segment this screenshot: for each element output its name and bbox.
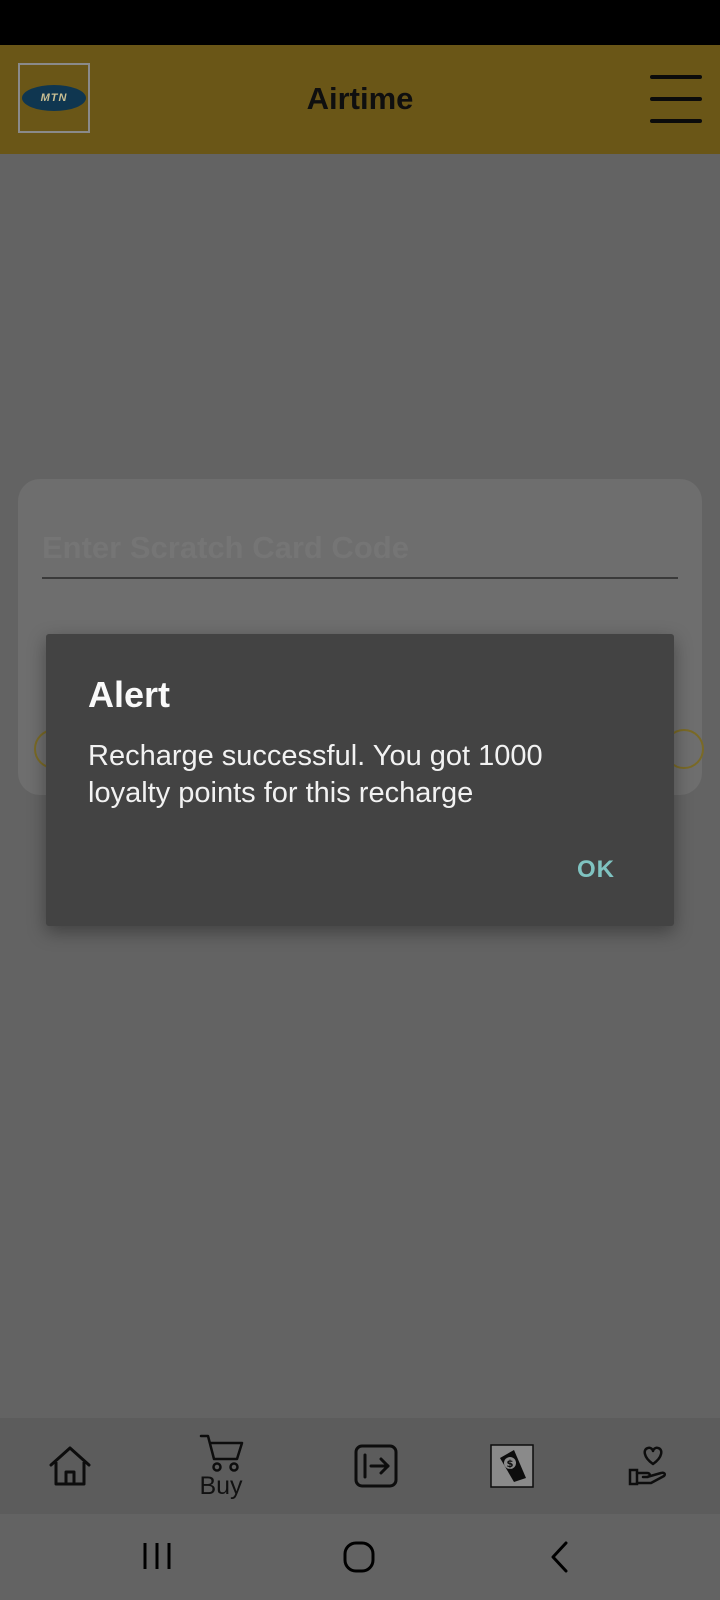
bottom-nav: Buy $	[0, 1418, 720, 1514]
ok-button[interactable]: OK	[556, 848, 636, 892]
dialog-message: Recharge successful. You got 1000 loyalt…	[88, 740, 543, 809]
home-circle-icon[interactable]	[342, 1540, 376, 1574]
app-bar: MTN Airtime	[0, 45, 720, 154]
recent-apps-icon[interactable]	[140, 1540, 174, 1572]
home-icon	[49, 1446, 91, 1486]
nav-buy[interactable]: Buy	[186, 1418, 256, 1514]
back-icon[interactable]	[548, 1540, 572, 1574]
nav-home[interactable]	[38, 1418, 102, 1514]
nav-buy-label: Buy	[199, 1471, 243, 1500]
transfer-icon	[354, 1444, 398, 1488]
cart-icon	[199, 1434, 244, 1472]
system-nav-bar	[0, 1514, 720, 1600]
dialog-title: Alert	[88, 674, 171, 715]
heart-hand-icon	[628, 1446, 667, 1486]
nav-transfer[interactable]	[348, 1418, 404, 1514]
nav-loyalty[interactable]	[624, 1418, 678, 1514]
hamburger-menu-icon[interactable]	[648, 73, 704, 125]
status-bar	[0, 0, 720, 45]
svg-text:$: $	[507, 1459, 514, 1470]
scratch-card-code-input[interactable]	[42, 519, 678, 579]
money-icon: $	[490, 1444, 534, 1488]
nav-money[interactable]: $	[488, 1418, 536, 1514]
alert-dialog: Alert Recharge successful. You got 1000 …	[46, 634, 674, 926]
page-title: Airtime	[306, 81, 414, 116]
